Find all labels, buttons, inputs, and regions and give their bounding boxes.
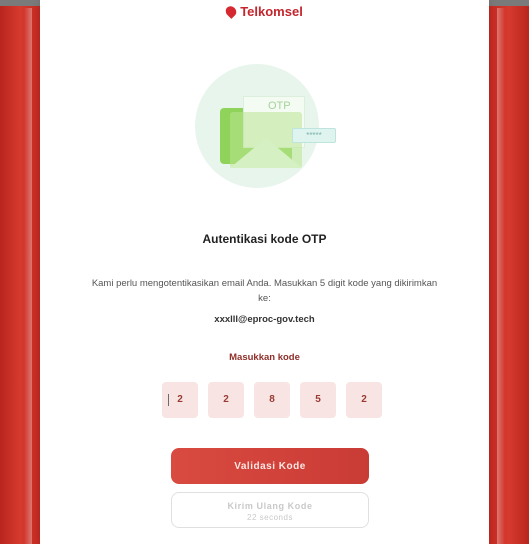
otp-digit-1-value: 2 [177, 394, 183, 405]
otp-digit-2-value: 2 [223, 394, 229, 405]
otp-digit-5[interactable]: 2 [346, 382, 382, 418]
text-cursor [168, 394, 169, 406]
resend-countdown: 22 seconds [247, 512, 293, 522]
otp-digit-3-value: 8 [269, 394, 275, 405]
left-edge-highlight [24, 8, 32, 544]
telkomsel-logo: Telkomsel [40, 4, 489, 19]
envelope-flap-icon [230, 138, 302, 168]
logo-text: Telkomsel [240, 4, 303, 19]
recipient-email: xxxlll@eproc-gov.tech [214, 314, 315, 325]
password-field-icon: ***** [292, 128, 336, 143]
otp-digit-4-value: 5 [315, 394, 321, 405]
telkomsel-logo-icon [223, 4, 239, 19]
otp-digit-4[interactable]: 5 [300, 382, 336, 418]
instruction-text: Kami perlu mengotentikasikan email Anda.… [91, 278, 438, 304]
otp-digit-1[interactable]: 2 [162, 382, 198, 418]
otp-digit-5-value: 2 [361, 394, 367, 405]
page-title: Autentikasi kode OTP [202, 232, 327, 246]
code-input-label: Masukkan kode [229, 352, 300, 363]
otp-digit-3[interactable]: 8 [254, 382, 290, 418]
resend-code-label: Kirim Ulang Kode [227, 500, 313, 511]
otp-card: Telkomsel OTP ***** Autentikasi kode OTP… [40, 0, 489, 544]
validate-code-button[interactable]: Validasi Kode [171, 448, 369, 484]
illustration-otp-text: OTP [268, 100, 291, 112]
otp-input-row: 2 2 8 5 2 [162, 382, 382, 418]
otp-digit-2[interactable]: 2 [208, 382, 244, 418]
right-edge-highlight [497, 8, 505, 544]
resend-code-button[interactable]: Kirim Ulang Kode 22 seconds [171, 492, 369, 528]
